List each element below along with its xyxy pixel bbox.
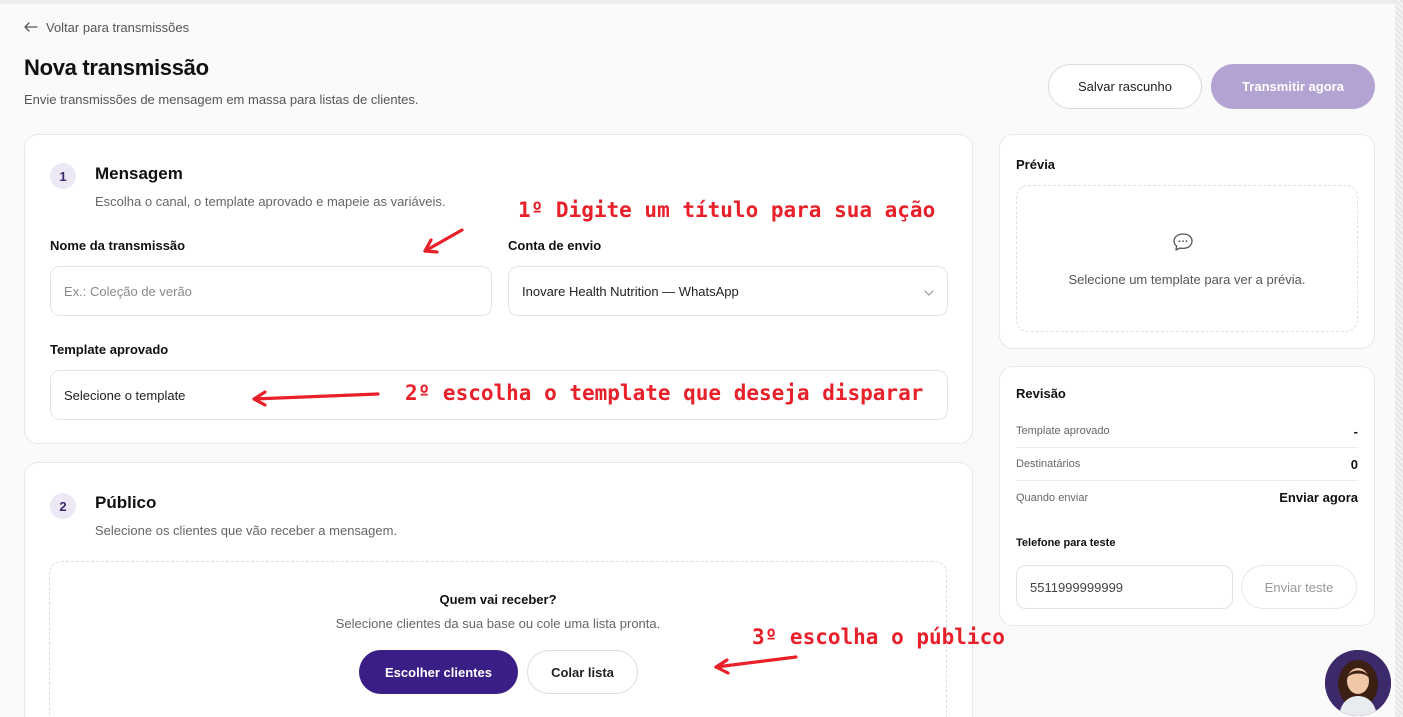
assistant-avatar[interactable] [1325, 650, 1391, 716]
template-label: Template aprovado [50, 342, 169, 357]
review-row: Template aprovado - [1016, 415, 1358, 448]
account-label: Conta de envio [508, 238, 602, 253]
back-link[interactable]: Voltar para transmissões [24, 20, 189, 35]
account-select-value: Inovare Health Nutrition — WhatsApp [522, 283, 739, 299]
annotation-step3: 3º escolha o público [752, 625, 1005, 649]
chevron-down-icon [924, 284, 934, 299]
review-key: Template aprovado [1016, 425, 1110, 437]
page-edge [1395, 0, 1403, 717]
audience-prompt-title: Quem vai receber? [439, 592, 557, 607]
chat-bubble-icon [1172, 232, 1194, 257]
step-badge: 2 [50, 493, 76, 519]
review-key: Destinatários [1016, 458, 1081, 470]
section-title: Mensagem [95, 164, 183, 183]
review-value: 0 [1350, 456, 1358, 472]
paste-list-button[interactable]: Colar lista [527, 650, 638, 694]
review-card: Revisão Template aprovado - Destinatário… [999, 366, 1375, 626]
section-subtitle: Escolha o canal, o template aprovado e m… [95, 194, 446, 209]
review-row: Quando enviar Enviar agora [1016, 481, 1358, 514]
review-key: Quando enviar [1016, 491, 1089, 504]
save-draft-button[interactable]: Salvar rascunho [1048, 64, 1202, 109]
choose-clients-button[interactable]: Escolher clientes [359, 650, 518, 694]
audience-card: 2 Público Selecione os clientes que vão … [24, 462, 973, 717]
page-title: Nova transmissão [24, 55, 209, 80]
arrow-left-icon [24, 20, 38, 35]
account-select[interactable]: Inovare Health Nutrition — WhatsApp [508, 266, 948, 316]
preview-placeholder: Selecione um template para ver a prévia. [1016, 185, 1358, 332]
back-link-label: Voltar para transmissões [46, 20, 190, 35]
review-value: - [1353, 423, 1358, 439]
preview-card: Prévia Selecione um template para ver a … [999, 134, 1375, 349]
section-subtitle: Selecione os clientes que vão receber a … [95, 523, 398, 538]
test-phone-label: Telefone para teste [1016, 537, 1116, 549]
review-value: Enviar agora [1279, 490, 1358, 505]
preview-empty-text: Selecione um template para ver a prévia. [1068, 272, 1306, 287]
annotation-step2: 2º escolha o template que deseja dispara… [405, 381, 924, 405]
top-border [0, 0, 1403, 4]
step-badge: 1 [50, 163, 76, 189]
section-title: Público [95, 493, 157, 512]
test-phone-input[interactable] [1016, 565, 1233, 609]
review-title: Revisão [1016, 386, 1066, 401]
name-label: Nome da transmissão [50, 238, 186, 253]
preview-title: Prévia [1016, 157, 1056, 172]
review-row: Destinatários 0 [1016, 448, 1358, 481]
send-now-button[interactable]: Transmitir agora [1211, 64, 1375, 109]
broadcast-name-input[interactable] [50, 266, 492, 316]
annotation-step1: 1º Digite um título para sua ação [518, 198, 936, 222]
send-test-button[interactable]: Enviar teste [1241, 565, 1357, 609]
template-select-value: Selecione o template [64, 387, 186, 403]
page-subtitle: Envie transmissões de mensagem em massa … [24, 92, 419, 107]
